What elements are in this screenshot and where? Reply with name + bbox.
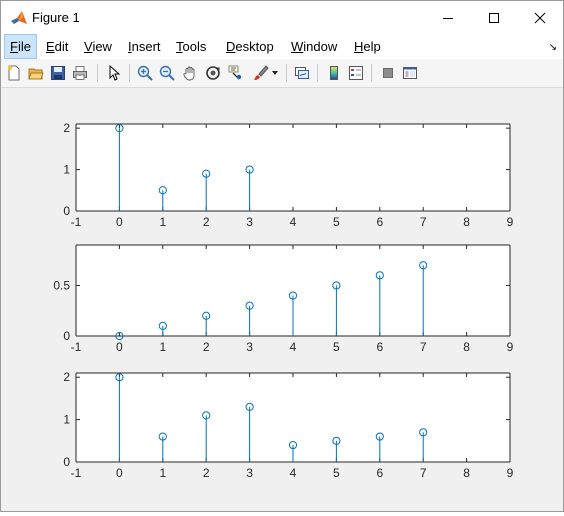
x-tick-label: 4 bbox=[290, 215, 297, 229]
x-tick-label: 1 bbox=[159, 340, 166, 354]
x-tick-label: 6 bbox=[376, 340, 383, 354]
menu-dock-arrow-icon[interactable]: ↘ bbox=[549, 42, 557, 53]
x-tick-label: 3 bbox=[246, 340, 253, 354]
x-tick-label: 4 bbox=[290, 466, 297, 480]
save-icon[interactable] bbox=[48, 63, 68, 83]
insert-colorbar-icon[interactable] bbox=[324, 63, 344, 83]
x-tick-label: 5 bbox=[333, 340, 340, 354]
y-tick-label: 0 bbox=[63, 455, 70, 469]
figure-toolbar bbox=[1, 59, 563, 88]
title-bar[interactable]: Figure 1 bbox=[1, 1, 563, 34]
x-tick-label: 0 bbox=[116, 466, 123, 480]
toolbar-separator bbox=[371, 64, 372, 82]
x-tick-label: 8 bbox=[463, 466, 470, 480]
x-tick-label: 7 bbox=[420, 466, 427, 480]
rotate-3d-icon[interactable] bbox=[203, 63, 223, 83]
x-tick-label: 2 bbox=[203, 340, 210, 354]
minimize-button[interactable] bbox=[425, 1, 471, 34]
hide-plot-tools-icon[interactable] bbox=[378, 63, 398, 83]
y-tick-label: 1 bbox=[63, 413, 70, 427]
x-tick-label: 9 bbox=[507, 340, 514, 354]
x-tick-label: 4 bbox=[290, 340, 297, 354]
y-tick-label: 0 bbox=[63, 204, 70, 218]
x-tick-label: 6 bbox=[376, 215, 383, 229]
menu-desktop[interactable]: Desktop bbox=[221, 34, 279, 59]
edit-plot-arrow-icon[interactable] bbox=[104, 63, 124, 83]
brush-icon[interactable] bbox=[251, 63, 271, 83]
print-icon[interactable] bbox=[70, 63, 90, 83]
toolbar-separator bbox=[317, 64, 318, 82]
x-tick-label: 5 bbox=[333, 466, 340, 480]
menu-help[interactable]: Help bbox=[349, 34, 386, 59]
x-tick-label: 3 bbox=[246, 466, 253, 480]
y-tick-label: 2 bbox=[63, 370, 70, 384]
link-plot-icon[interactable] bbox=[292, 63, 312, 83]
x-tick-label: 0 bbox=[116, 215, 123, 229]
x-tick-label: 1 bbox=[159, 466, 166, 480]
menu-window[interactable]: Window bbox=[286, 34, 342, 59]
y-tick-label: 0 bbox=[63, 329, 70, 343]
x-tick-label: 8 bbox=[463, 215, 470, 229]
menu-bar: File Edit View Insert Tools Desktop Wind… bbox=[1, 34, 563, 59]
x-tick-label: 8 bbox=[463, 340, 470, 354]
menu-insert[interactable]: Insert bbox=[123, 34, 166, 59]
x-tick-label: 2 bbox=[203, 466, 210, 480]
show-plot-tools-icon[interactable] bbox=[400, 63, 420, 83]
toolbar-separator bbox=[97, 64, 98, 82]
new-figure-icon[interactable] bbox=[4, 63, 24, 83]
y-tick-label: 1 bbox=[63, 163, 70, 177]
x-tick-label: 1 bbox=[159, 215, 166, 229]
menu-view[interactable]: View bbox=[79, 34, 117, 59]
x-tick-label: 0 bbox=[116, 340, 123, 354]
x-tick-label: 2 bbox=[203, 215, 210, 229]
open-file-icon[interactable] bbox=[26, 63, 46, 83]
x-tick-label: 7 bbox=[420, 340, 427, 354]
pan-hand-icon[interactable] bbox=[180, 63, 200, 83]
figure-canvas[interactable]: -1 0 1 2 3 4 5 6 7 8 9 0 1 2 -1 0 1 2 3 4 5 6 7 8 9 0 0.5 -1 0 1 2 3 4 5 6… bbox=[1, 88, 563, 511]
x-tick-label: 9 bbox=[507, 466, 514, 480]
menu-tools[interactable]: Tools bbox=[171, 34, 211, 59]
x-tick-label: -1 bbox=[71, 340, 82, 354]
menu-edit[interactable]: Edit bbox=[41, 34, 73, 59]
brush-dropdown-icon[interactable] bbox=[269, 63, 281, 83]
matlab-logo-icon bbox=[10, 9, 28, 27]
x-tick-label: -1 bbox=[71, 466, 82, 480]
zoom-in-icon[interactable] bbox=[135, 63, 155, 83]
menu-file[interactable]: File bbox=[4, 34, 37, 59]
x-tick-label: -1 bbox=[71, 215, 82, 229]
subplot-1-axes[interactable] bbox=[76, 124, 510, 211]
y-tick-label: 0.5 bbox=[53, 278, 70, 292]
subplots-svg[interactable]: -1 0 1 2 3 4 5 6 7 8 9012-1 0 1 2 3 4 5 6 7 8 900.5-1 0 1 2 3 4 5 6… bbox=[1, 88, 563, 511]
x-tick-label: 7 bbox=[420, 215, 427, 229]
maximize-button[interactable] bbox=[471, 1, 517, 34]
x-tick-label: 5 bbox=[333, 215, 340, 229]
insert-legend-icon[interactable] bbox=[346, 63, 366, 83]
zoom-out-icon[interactable] bbox=[157, 63, 177, 83]
close-button[interactable] bbox=[517, 1, 563, 34]
x-tick-label: 3 bbox=[246, 215, 253, 229]
toolbar-separator bbox=[286, 64, 287, 82]
y-tick-label: 2 bbox=[63, 121, 70, 135]
data-cursor-icon[interactable] bbox=[226, 63, 246, 83]
figure-window: Figure 1 File Edit View Insert Tools Des… bbox=[0, 0, 564, 512]
window-title: Figure 1 bbox=[32, 10, 80, 25]
x-tick-label: 9 bbox=[507, 215, 514, 229]
x-tick-label: 6 bbox=[376, 466, 383, 480]
toolbar-separator bbox=[129, 64, 130, 82]
